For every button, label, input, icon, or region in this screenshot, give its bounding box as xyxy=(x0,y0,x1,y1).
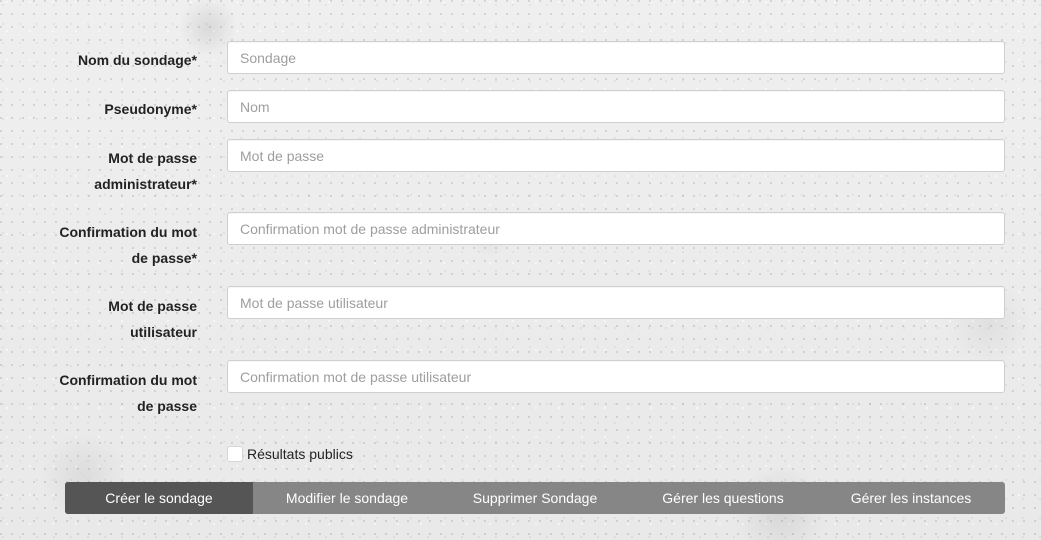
survey-action-bar: Créer le sondage Modifier le sondage Sup… xyxy=(65,482,1005,514)
admin-password-label-line2: administrateur* xyxy=(94,176,197,192)
admin-password-label: Mot de passe administrateur* xyxy=(37,145,197,197)
user-password-confirm-label: Confirmation du mot de passe xyxy=(37,367,197,419)
user-password-label: Mot de passe utilisateur xyxy=(37,293,197,345)
user-password-confirm-label-line1: Confirmation du mot xyxy=(59,372,197,388)
delete-survey-button[interactable]: Supprimer Sondage xyxy=(441,482,629,514)
user-password-label-line2: utilisateur xyxy=(130,324,197,340)
user-password-label-line1: Mot de passe xyxy=(108,298,197,314)
pseudonym-label: Pseudonyme* xyxy=(104,101,197,117)
public-results-label[interactable]: Résultats publics xyxy=(247,446,353,462)
admin-password-confirm-input[interactable] xyxy=(227,212,1005,245)
public-results-checkbox[interactable] xyxy=(227,446,243,462)
admin-password-input[interactable] xyxy=(227,139,1005,172)
public-results-row[interactable]: Résultats publics xyxy=(227,445,353,463)
pseudonym-input[interactable] xyxy=(227,90,1005,123)
edit-survey-button[interactable]: Modifier le sondage xyxy=(253,482,441,514)
user-password-input[interactable] xyxy=(227,286,1005,319)
user-password-confirm-label-line2: de passe xyxy=(137,398,197,414)
survey-name-label: Nom du sondage* xyxy=(77,52,197,68)
manage-questions-button[interactable]: Gérer les questions xyxy=(629,482,817,514)
create-survey-button[interactable]: Créer le sondage xyxy=(65,482,253,514)
user-password-confirm-input[interactable] xyxy=(227,360,1005,393)
survey-name-input[interactable] xyxy=(227,41,1005,74)
admin-password-confirm-label-line2: de passe* xyxy=(131,250,197,266)
admin-password-confirm-label-line1: Confirmation du mot xyxy=(59,224,197,240)
admin-password-label-line1: Mot de passe xyxy=(108,150,197,166)
manage-instances-button[interactable]: Gérer les instances xyxy=(817,482,1005,514)
admin-password-confirm-label: Confirmation du mot de passe* xyxy=(37,219,197,271)
